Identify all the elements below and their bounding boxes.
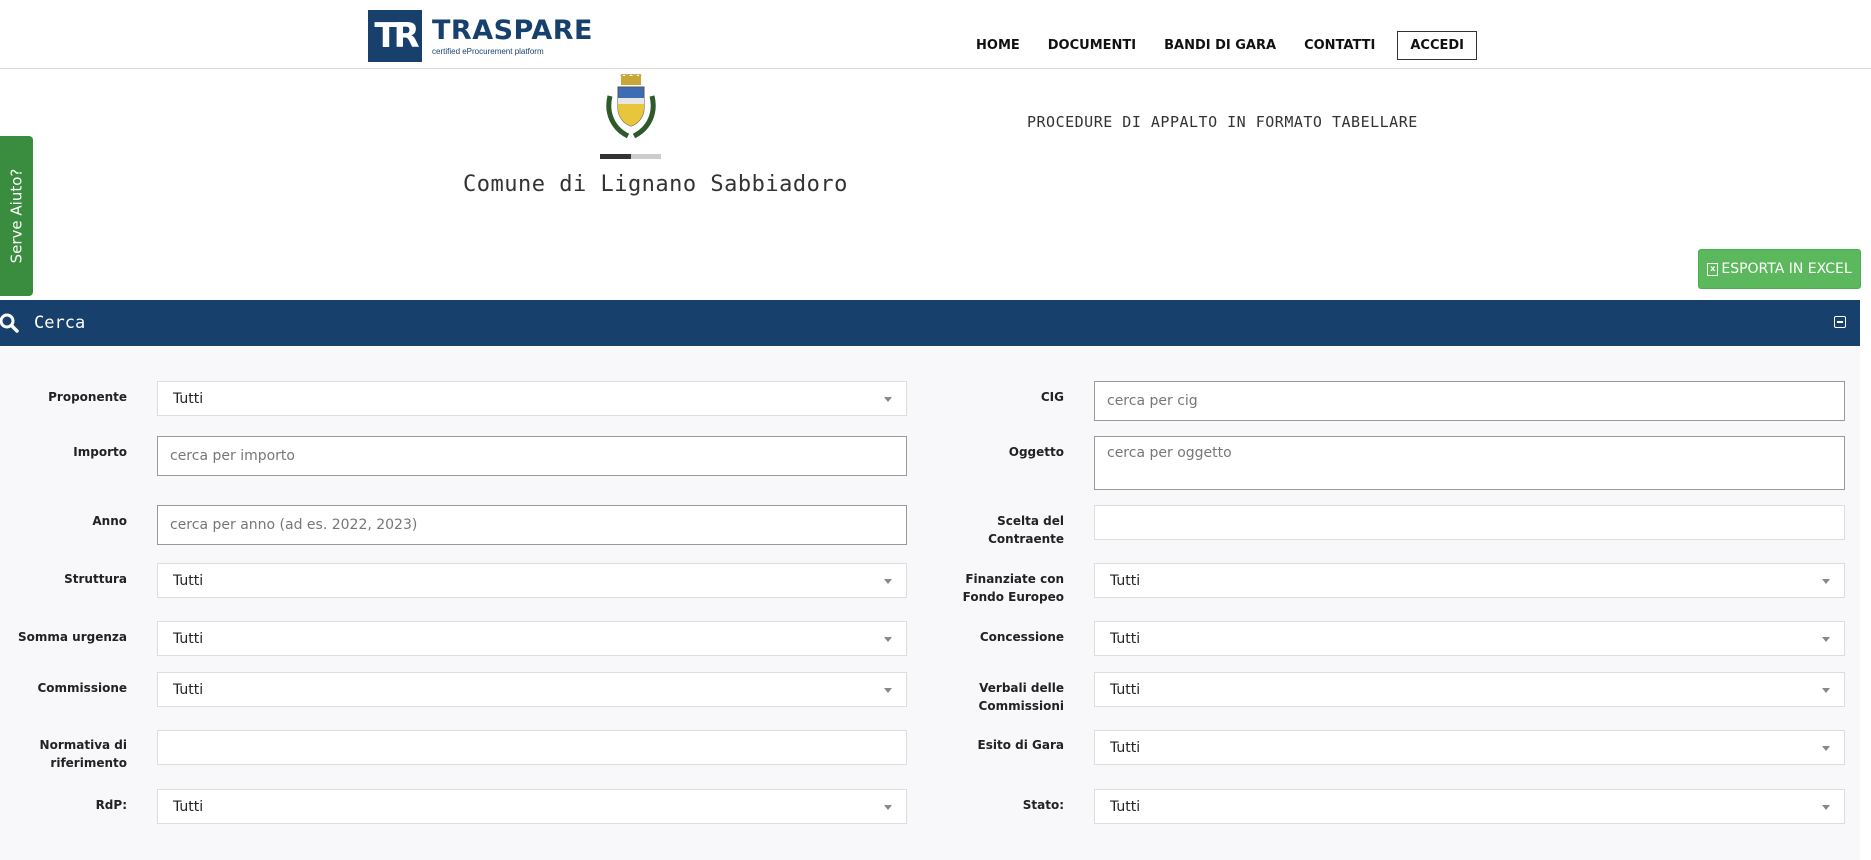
verbali-value: Tutti bbox=[1110, 681, 1141, 698]
rdp-select[interactable]: Tutti bbox=[157, 789, 907, 824]
commissione-value: Tutti bbox=[173, 681, 204, 698]
anno-input[interactable] bbox=[158, 506, 906, 544]
nav-documenti[interactable]: DOCUMENTI bbox=[1048, 38, 1136, 53]
logo-tagline: certified eProcurement platform bbox=[432, 47, 544, 56]
excel-file-icon: x bbox=[1707, 262, 1719, 276]
importo-input[interactable] bbox=[158, 437, 906, 475]
login-button[interactable]: ACCEDI bbox=[1397, 31, 1477, 60]
search-form: Proponente Tutti Importo Anno Struttura … bbox=[0, 346, 1860, 860]
top-header: TR TRASPARE certified eProcurement platf… bbox=[0, 0, 1871, 69]
label-somma-urgenza: Somma urgenza bbox=[18, 630, 127, 644]
chevron-down-icon bbox=[884, 804, 892, 810]
carousel-progress bbox=[600, 154, 661, 159]
logo-name: TRASPARE bbox=[432, 15, 593, 46]
esito-gara-value: Tutti bbox=[1110, 739, 1141, 756]
collapse-icon[interactable] bbox=[1834, 316, 1846, 328]
label-verbali: Verbali delle Commissioni bbox=[978, 681, 1064, 713]
search-panel-header[interactable]: Cerca bbox=[0, 300, 1860, 346]
label-concessione: Concessione bbox=[979, 630, 1064, 644]
commissione-select[interactable]: Tutti bbox=[157, 672, 907, 707]
verbali-select[interactable]: Tutti bbox=[1094, 672, 1845, 707]
export-excel-label: ESPORTA IN EXCEL bbox=[1721, 261, 1852, 277]
label-rdp: RdP: bbox=[95, 798, 127, 812]
label-esito-gara: Esito di Gara bbox=[977, 738, 1064, 752]
label-scelta-contraente: Scelta del Contraente bbox=[988, 514, 1064, 546]
stato-select[interactable]: Tutti bbox=[1094, 789, 1845, 824]
label-struttura: Struttura bbox=[64, 572, 127, 586]
logo-text: TRASPARE certified eProcurement platform bbox=[432, 15, 593, 57]
label-anno: Anno bbox=[92, 514, 127, 528]
anno-field[interactable] bbox=[157, 505, 907, 545]
stato-value: Tutti bbox=[1110, 798, 1141, 815]
struttura-select[interactable]: Tutti bbox=[157, 563, 907, 598]
municipality-name: Comune di Lignano Sabbiadoro bbox=[463, 172, 848, 197]
label-commissione: Commissione bbox=[37, 681, 128, 695]
main-nav: HOME DOCUMENTI BANDI DI GARA CONTATTI AC… bbox=[948, 31, 1477, 60]
chevron-down-icon bbox=[884, 636, 892, 642]
somma-urgenza-select[interactable]: Tutti bbox=[157, 621, 907, 656]
chevron-down-icon bbox=[1822, 745, 1830, 751]
cig-field[interactable] bbox=[1094, 381, 1845, 421]
esito-gara-select[interactable]: Tutti bbox=[1094, 730, 1845, 765]
carousel-progress-fill bbox=[600, 154, 631, 159]
chevron-down-icon bbox=[884, 578, 892, 584]
help-tab-label: Serve Aiuto? bbox=[7, 168, 26, 264]
logo-mark: TR bbox=[368, 10, 422, 62]
concessione-select[interactable]: Tutti bbox=[1094, 621, 1845, 656]
oggetto-field[interactable] bbox=[1094, 436, 1845, 490]
proponente-select[interactable]: Tutti bbox=[157, 381, 907, 416]
importo-field[interactable] bbox=[157, 436, 907, 476]
label-cig: CIG bbox=[1040, 390, 1064, 404]
scelta-contraente-select[interactable] bbox=[1094, 505, 1845, 540]
fondo-europeo-select[interactable]: Tutti bbox=[1094, 563, 1845, 598]
search-icon bbox=[0, 313, 19, 333]
help-tab[interactable]: Serve Aiuto? bbox=[0, 136, 33, 296]
somma-urgenza-value: Tutti bbox=[173, 630, 204, 647]
page-title: PROCEDURE DI APPALTO IN FORMATO TABELLAR… bbox=[1027, 113, 1418, 131]
chevron-down-icon bbox=[1822, 804, 1830, 810]
concessione-value: Tutti bbox=[1110, 630, 1141, 647]
label-normativa: Normativa di riferimento bbox=[39, 738, 127, 770]
normativa-select[interactable] bbox=[157, 730, 907, 765]
proponente-value: Tutti bbox=[173, 390, 204, 407]
traspare-logo[interactable]: TR TRASPARE certified eProcurement platf… bbox=[368, 10, 593, 62]
label-oggetto: Oggetto bbox=[1008, 445, 1064, 459]
nav-contatti[interactable]: CONTATTI bbox=[1304, 38, 1375, 53]
municipality-crest-icon bbox=[606, 74, 656, 139]
struttura-value: Tutti bbox=[173, 572, 204, 589]
chevron-down-icon bbox=[884, 687, 892, 693]
fondo-europeo-value: Tutti bbox=[1110, 572, 1141, 589]
label-stato: Stato: bbox=[1022, 798, 1064, 812]
label-importo: Importo bbox=[73, 445, 127, 459]
chevron-down-icon bbox=[1822, 636, 1830, 642]
rdp-value: Tutti bbox=[173, 798, 204, 815]
label-proponente: Proponente bbox=[48, 390, 127, 404]
chevron-down-icon bbox=[884, 396, 892, 402]
oggetto-textarea[interactable] bbox=[1095, 437, 1844, 489]
chevron-down-icon bbox=[1822, 687, 1830, 693]
nav-home[interactable]: HOME bbox=[976, 38, 1020, 53]
nav-bandi-di-gara[interactable]: BANDI DI GARA bbox=[1164, 38, 1276, 53]
export-excel-button[interactable]: x ESPORTA IN EXCEL bbox=[1698, 249, 1861, 289]
search-panel-title: Cerca bbox=[34, 313, 86, 333]
cig-input[interactable] bbox=[1095, 382, 1844, 420]
chevron-down-icon bbox=[1822, 578, 1830, 584]
label-fondo-europeo: Finanziate con Fondo Europeo bbox=[962, 572, 1064, 604]
